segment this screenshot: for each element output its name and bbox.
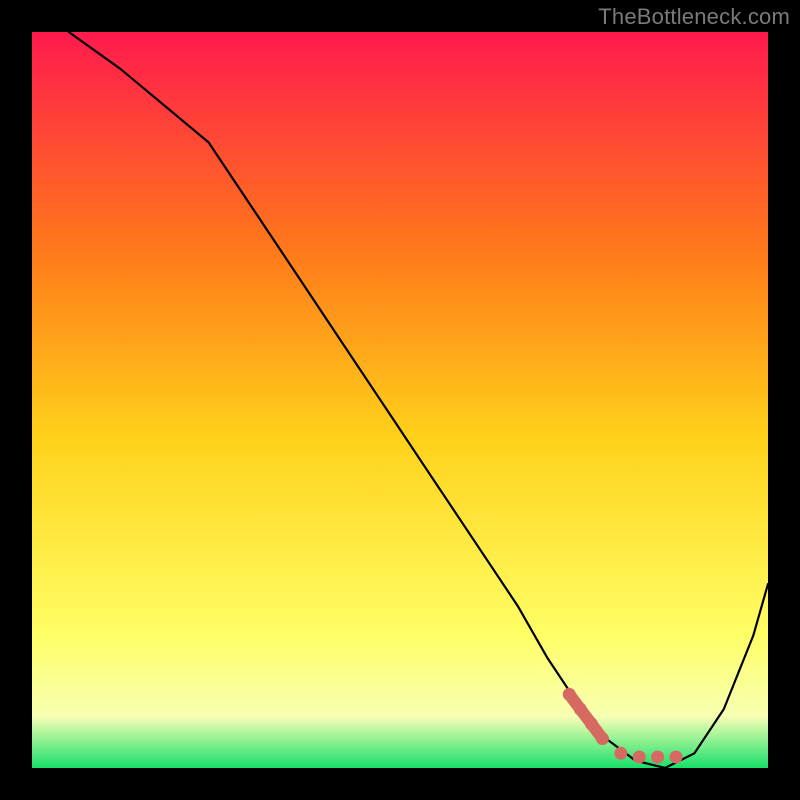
highlight-dot xyxy=(563,688,576,701)
chart-svg xyxy=(32,32,768,768)
highlight-dot xyxy=(596,732,609,745)
highlight-dot xyxy=(670,751,683,764)
highlight-dot xyxy=(585,717,598,730)
highlight-dot xyxy=(651,751,664,764)
watermark-text: TheBottleneck.com xyxy=(598,4,790,30)
highlight-dot xyxy=(633,751,646,764)
highlight-dot xyxy=(614,747,627,760)
highlight-dot xyxy=(574,703,587,716)
chart-frame: TheBottleneck.com xyxy=(0,0,800,800)
gradient-background xyxy=(32,32,768,768)
plot-area xyxy=(32,32,768,768)
